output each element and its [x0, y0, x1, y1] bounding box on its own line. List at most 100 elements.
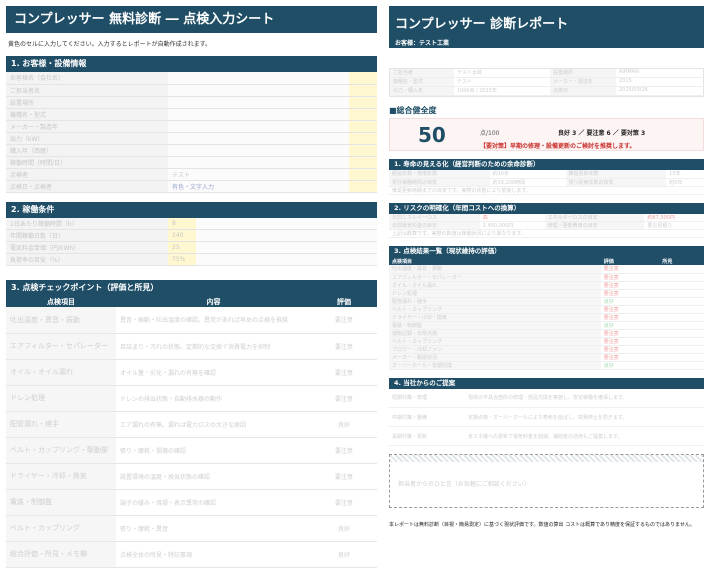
- checkpoint-rating: 良好: [311, 515, 377, 542]
- checkpoint-desc: 張り・摩耗・異音: [116, 515, 311, 542]
- field-fill: [196, 217, 377, 230]
- result-finding: [659, 337, 704, 346]
- field-label: 稼働時間（時間/日）: [6, 156, 168, 169]
- memo-box: 担当者からのひと言（お気軽にご相談ください）: [389, 454, 704, 508]
- form-row: 電気料金単価（円/kWh） 25: [6, 241, 377, 254]
- report-note: 上記は概算です。実際の数値は稼働状況により異なります。: [389, 229, 704, 238]
- form-row: ご担当者名: [6, 84, 377, 97]
- cell: 1,450,000円: [479, 221, 545, 230]
- cell: 約19,200時間: [489, 178, 566, 187]
- info-value: 2025/03/26: [616, 87, 704, 96]
- result-finding: [659, 297, 704, 306]
- field-value: 240: [168, 229, 196, 242]
- checkpoint-desc: 張り・摩耗・損傷の確認: [116, 437, 311, 464]
- checkpoint-table: 点検項目 内容 評価 吐出温度・異音・振動 異音・振動・吐出温度の確認。異常があれ…: [6, 296, 377, 568]
- info-value: 100kW / 2015年: [454, 87, 550, 96]
- field-value: 75%: [168, 253, 196, 266]
- info-value: 2015: [616, 78, 704, 87]
- checkpoint-rating: 要注意: [311, 489, 377, 516]
- cell: 年間エネルギーロス: [389, 213, 480, 222]
- proposal-text: 省エネ機への更新で電気料金を削減。補助金の活用もご提案します。: [465, 426, 704, 446]
- checkpoint-item: 配管漏れ・継手: [6, 411, 116, 438]
- field-fill: [349, 144, 377, 157]
- checkpoint-desc: 点検全体の所見・特記事項: [116, 541, 311, 568]
- info-key: 設置場所: [550, 69, 616, 78]
- checkpoint-desc: 設置環境の温度・換気状態の確認: [116, 463, 311, 490]
- report-row: 累計稼働時間の目安 約19,200時間 残り耐用年数の目安 約5年: [389, 178, 704, 187]
- checkpoint-desc: 異音・振動・吐出温度の確認。異常があれば早めの点検を推奨: [116, 307, 311, 334]
- cell: 約10年: [489, 170, 566, 179]
- field-fill: [349, 108, 377, 121]
- result-rating: 要注意: [600, 345, 660, 354]
- info-value: テスト: [454, 78, 550, 87]
- form-row: メーカー・製造年: [6, 120, 377, 133]
- checkpoint-item: オイル・オイル漏れ: [6, 359, 116, 386]
- result-finding: [659, 353, 704, 362]
- result-rating: 要注意: [600, 265, 660, 274]
- info-value: テスト太郎: [454, 69, 550, 78]
- form-row: 年間稼働日数（日） 240: [6, 229, 377, 242]
- checkpoint-desc: 目詰まり・汚れの状態。定期的な交換で消費電力を抑制: [116, 333, 311, 360]
- result-item: ブロワー・冷却ファン: [389, 345, 601, 354]
- checkpoint-desc: 端子の緩み・焼損・表示異常の確認: [116, 489, 311, 516]
- checkpoint-desc: エア漏れの有無。漏れは電力ロスの大きな原因: [116, 411, 311, 438]
- result-finding: [659, 345, 704, 354]
- report-sec-proposal: 4. 当社からのご提案 短期対策・修理 現状の不具合箇所の修理・部品交換を実施し、…: [389, 377, 704, 446]
- report-row: 年間電気料金の目安 1,450,000円 修理・更新費用の目安 要お見積り: [389, 221, 704, 230]
- result-item: 電装・制御盤: [389, 321, 601, 330]
- cell: 累計稼働時間の目安: [389, 178, 490, 187]
- section-heading: 4. 当社からのご提案: [389, 377, 704, 389]
- result-finding: [659, 321, 704, 330]
- checkpoint-item: エアフィルター・セパレーター: [6, 333, 116, 360]
- result-rating: 良好: [600, 361, 660, 370]
- result-rating: 要注意: [600, 305, 660, 314]
- field-label: 電気料金単価（円/kWh）: [6, 241, 168, 254]
- field-label: メーカー・製造年: [6, 120, 168, 133]
- score-max: 点/100: [480, 130, 500, 137]
- result-rating: 要注意: [600, 353, 660, 362]
- customer-info-table: お客様名（会社名） ご担当者名 設置場所 機種名・型式 メーカー・製造年 出力（kW） 購入…: [6, 72, 377, 193]
- report-header: コンプレッサー 診断レポート お客様：テスト工業: [389, 6, 704, 48]
- operating-conditions-table: 1日あたり稼働時間（h） 8 年間稼働日数（日） 240 電気料金単価（円/kWh） 25…: [6, 217, 377, 266]
- field-value: [168, 84, 349, 97]
- checkpoint-row: 電装・制御盤 端子の緩み・焼損・表示異常の確認 要注意: [6, 489, 377, 516]
- result-row: エアフィルター・セパレーター 要注意: [389, 273, 704, 282]
- checkpoint-item: 総合評価・所見・メモ欄: [6, 541, 116, 568]
- checkpoint-row: ベルト・カップリング・駆動部 張り・摩耗・損傷の確認 要注意: [6, 437, 377, 464]
- field-value: 有色・文字入力: [168, 180, 349, 193]
- section-heading: 1. お客様・設備情報: [6, 56, 377, 72]
- cell: 15年: [666, 170, 704, 179]
- result-finding: [659, 273, 704, 282]
- report-sec-lifespan: 1. 寿命の見える化（経営判断のための余命診断） 経過年数・使用年数 約10年 推奨…: [389, 159, 704, 195]
- sheet-title: コンプレッサー 無料診断 ― 点検入力シート: [6, 6, 377, 33]
- result-item: オーバーホール・定期交換: [389, 361, 601, 370]
- field-value: [168, 72, 349, 85]
- field-fill: [349, 72, 377, 85]
- result-rating: 要注意: [600, 329, 660, 338]
- cell: 約87,300円: [644, 213, 704, 222]
- field-label: 出力（kW）: [6, 132, 168, 145]
- customer-label: お客様：テスト工業: [395, 40, 450, 47]
- result-row: オーバーホール・定期交換 良好: [389, 361, 704, 370]
- result-item: ベルト・カップリング: [389, 337, 601, 346]
- field-fill: [349, 156, 377, 169]
- checkpoint-rating: 要注意: [311, 359, 377, 386]
- form-row: 点検者 テスト: [6, 168, 377, 181]
- form-row: 機種名・型式: [6, 108, 377, 121]
- result-row: ベルト・カップリング 要注意: [389, 337, 704, 346]
- col-item: 点検項目: [389, 257, 601, 265]
- result-row: オイル・オイル漏れ 要注意: [389, 281, 704, 290]
- col-finding: 所見: [659, 257, 704, 265]
- checkpoint-item: 電装・制御盤: [6, 489, 116, 516]
- report-sec-results: 3. 点検結果一覧（現状維持の評価） 点検項目 評価 所見 吐出温度・異音・振動…: [389, 246, 704, 370]
- score-title: ■総合健全度: [389, 106, 437, 115]
- results-table: 点検項目 評価 所見 吐出温度・異音・振動 要注意 エアフィルター・セパレーター 要注…: [389, 257, 704, 370]
- result-rating: 要注意: [600, 273, 660, 282]
- report-row: 経過年数・使用年数 約10年 推奨更新年数 15年: [389, 170, 704, 179]
- section-heading: 2. リスクの明確化（年間コストへの換算）: [389, 202, 704, 214]
- result-item: メーカー・製造状況: [389, 353, 601, 362]
- proposal-row: 長期対策・更新 省エネ機への更新で電気料金を削減。補助金の活用もご提案します。: [389, 426, 704, 446]
- section-operating-conditions: 2. 稼働条件 1日あたり稼働時間（h） 8 年間稼働日数（日） 240 電気料金単価（…: [6, 201, 377, 266]
- field-fill: [349, 168, 377, 181]
- lifespan-table: 経過年数・使用年数 約10年 推奨更新年数 15年 累計稼働時間の目安 約19,200時間…: [389, 170, 704, 195]
